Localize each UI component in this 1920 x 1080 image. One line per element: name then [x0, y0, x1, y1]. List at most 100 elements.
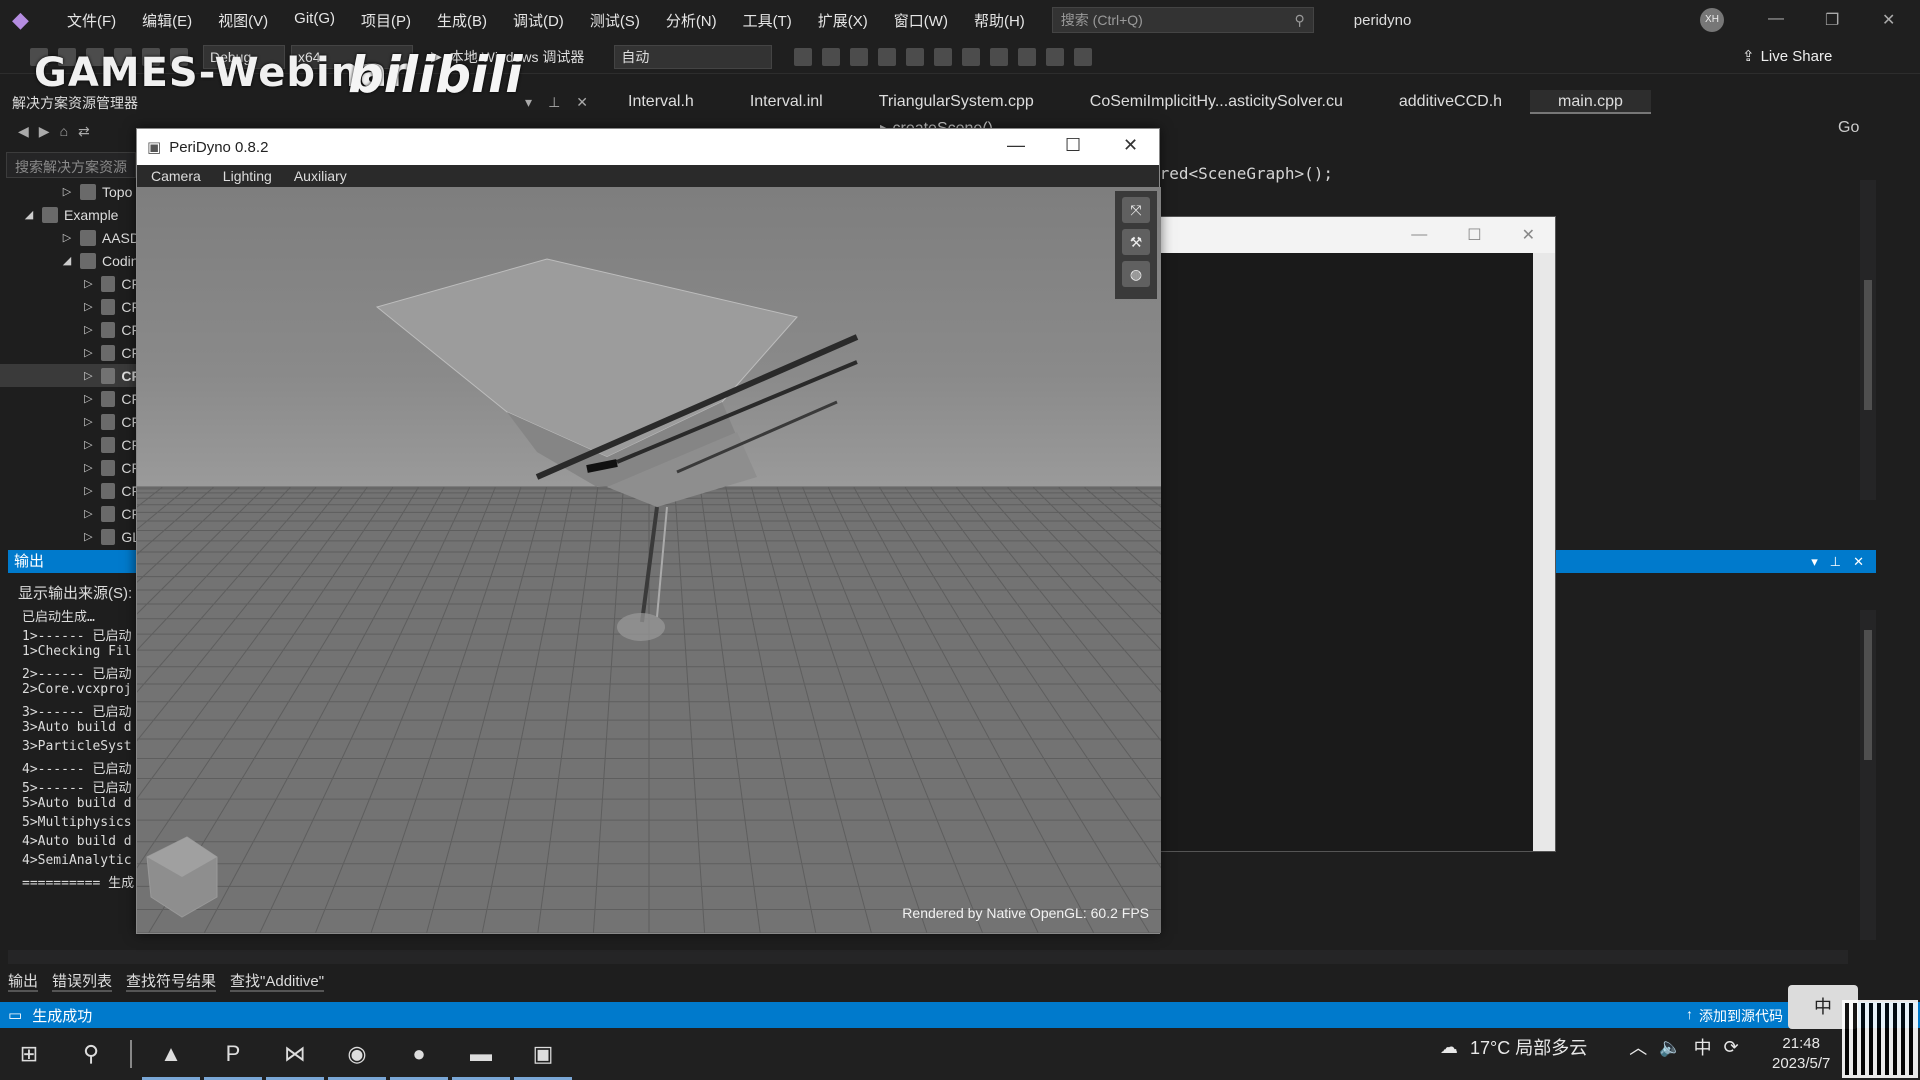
restore-icon[interactable]: ❐ [1825, 10, 1839, 30]
search-icon[interactable]: ⚲ [68, 1032, 114, 1076]
expand-arrow-icon[interactable]: ▷ [82, 369, 95, 382]
solution-search-input[interactable]: 搜索解决方案资源 [6, 152, 136, 178]
toolbar-tool-icon[interactable] [906, 47, 925, 66]
add-to-source-control-button[interactable]: ↑ 添加到源代码 [1686, 1006, 1783, 1026]
expand-arrow-icon[interactable]: ▷ [82, 415, 95, 428]
tree-item[interactable]: ▷ CF [0, 410, 140, 433]
scrollbar-thumb[interactable] [1864, 630, 1872, 760]
bookmark-icon[interactable] [934, 47, 953, 66]
visual-studio-logo-icon[interactable]: ◆ [12, 8, 40, 32]
dropdown-icon[interactable]: ▾ [1811, 550, 1818, 573]
menu-item[interactable]: 生成(B) [424, 10, 500, 31]
expand-arrow-icon[interactable]: ▷ [82, 461, 95, 474]
toolbar-tool-icon[interactable] [850, 47, 869, 66]
expand-arrow-icon[interactable]: ▷ [82, 392, 95, 405]
editor-tab[interactable]: main.cpp [1530, 90, 1651, 114]
back-icon[interactable]: ◀ [18, 123, 29, 140]
live-share-button[interactable]: ⇪ Live Share [1742, 47, 1832, 66]
menu-item[interactable]: 文件(F) [54, 10, 129, 31]
bottom-tab[interactable]: 输出 [8, 970, 39, 992]
peridyno-menu-item[interactable]: Camera [151, 168, 201, 184]
expand-arrow-icon[interactable]: ▷ [82, 530, 95, 543]
weather-label[interactable]: 17°C 局部多云 [1470, 1034, 1587, 1060]
tree-item[interactable]: ▷ CF [0, 272, 140, 295]
menu-item[interactable]: 分析(N) [653, 10, 730, 31]
clock[interactable]: 21:48 2023/5/7 [1772, 1034, 1830, 1074]
expand-arrow-icon[interactable]: ▷ [60, 185, 74, 198]
tree-item[interactable]: ◢ Codin [0, 249, 140, 272]
app-a-icon[interactable]: ▲ [142, 1032, 200, 1080]
tree-item[interactable]: ▷ CF [0, 341, 140, 364]
go-button[interactable]: Go [1838, 119, 1859, 137]
expand-arrow-icon[interactable]: ▷ [82, 300, 95, 313]
run-icon[interactable] [1074, 47, 1093, 66]
sync-icon[interactable]: ⟳ [1724, 1037, 1739, 1058]
minimize-icon[interactable]: — [1007, 135, 1025, 156]
menu-item[interactable]: 项目(P) [348, 10, 424, 31]
toolbar-tool-icon[interactable] [1018, 47, 1037, 66]
tree-item[interactable]: ▷ AASD [0, 226, 140, 249]
close-icon[interactable]: ✕ [576, 94, 588, 111]
peridyno-menu-item[interactable]: Auxiliary [294, 168, 347, 184]
maximize-icon[interactable]: ☐ [1065, 135, 1081, 156]
expand-arrow-icon[interactable]: ▷ [82, 346, 95, 359]
pin-icon[interactable]: ⊥ [1830, 550, 1841, 573]
ime-icon[interactable]: 中 [1694, 1034, 1712, 1060]
editor-scrollbar[interactable] [1860, 180, 1876, 500]
dropdown-icon[interactable]: ▾ [525, 94, 532, 111]
close-icon[interactable]: ✕ [1522, 225, 1535, 245]
tool-icon[interactable]: ⚒ [1122, 229, 1150, 255]
tree-item[interactable]: ▷ CF [0, 295, 140, 318]
code-line[interactable]: ared<SceneGraph>(); [1150, 164, 1333, 183]
tree-item[interactable]: ▷ CF [0, 479, 140, 502]
terminal-icon[interactable]: ▬ [452, 1032, 510, 1080]
toolbar-tool-icon[interactable] [878, 47, 897, 66]
chrome-icon[interactable]: ◉ [328, 1032, 386, 1080]
visual-studio-icon[interactable]: ⋈ [266, 1032, 324, 1080]
expand-arrow-icon[interactable]: ◢ [60, 254, 74, 267]
expand-arrow-icon[interactable]: ▷ [82, 277, 95, 290]
toolbar-tool-icon[interactable] [822, 47, 841, 66]
editor-tab[interactable]: TriangularSystem.cpp [851, 90, 1062, 114]
expand-arrow-icon[interactable]: ▷ [82, 484, 95, 497]
pin-icon[interactable]: ⊥ [548, 94, 560, 111]
tree-item[interactable]: ▷ CF [0, 364, 140, 387]
tree-item[interactable]: ▷ CF [0, 502, 140, 525]
bottom-tab[interactable]: 查找符号结果 [126, 970, 217, 992]
peridyno-menu-item[interactable]: Lighting [223, 168, 272, 184]
maximize-icon[interactable]: ☐ [1467, 225, 1481, 245]
close-icon[interactable]: ✕ [1882, 10, 1895, 30]
tree-item[interactable]: ▷ CF [0, 387, 140, 410]
tree-item[interactable]: ▷ CF [0, 433, 140, 456]
close-icon[interactable]: ✕ [1853, 550, 1864, 573]
expand-arrow-icon[interactable]: ◢ [22, 208, 36, 221]
tree-item[interactable]: ▷ GL [0, 525, 140, 548]
tree-item[interactable]: ▷ CF [0, 318, 140, 341]
menu-item[interactable]: 测试(S) [577, 10, 653, 31]
home-icon[interactable]: ⌂ [60, 123, 68, 139]
scrollbar-thumb[interactable] [1864, 280, 1872, 410]
menu-item[interactable]: 窗口(W) [881, 10, 961, 31]
auto-dropdown[interactable]: 自动 [614, 44, 773, 69]
menu-item[interactable]: 调试(D) [500, 10, 577, 31]
bottom-tab[interactable]: 错误列表 [52, 970, 113, 992]
horizontal-scrollbar[interactable] [8, 950, 1848, 964]
menu-item[interactable]: 帮助(H) [961, 10, 1038, 31]
chevron-up-icon[interactable]: ︿ [1629, 1034, 1647, 1060]
tree-item[interactable]: ◢ Example [0, 203, 140, 226]
forward-icon[interactable]: ▶ [39, 123, 50, 140]
menu-item[interactable]: 工具(T) [730, 10, 805, 31]
expand-arrow-icon[interactable]: ▷ [82, 438, 95, 451]
expand-arrow-icon[interactable]: ▷ [82, 323, 95, 336]
menu-item[interactable]: 视图(V) [205, 10, 281, 31]
menu-item[interactable]: 编辑(E) [129, 10, 205, 31]
editor-tab[interactable]: additiveCCD.h [1371, 90, 1530, 114]
powerpoint-icon[interactable]: P [204, 1032, 262, 1080]
menu-item[interactable]: 扩展(X) [805, 10, 881, 31]
output-scrollbar[interactable] [1860, 610, 1876, 940]
github-icon[interactable]: ● [390, 1032, 448, 1080]
editor-tab[interactable]: Interval.inl [722, 90, 851, 114]
volume-icon[interactable]: 🔈 [1659, 1037, 1681, 1058]
toolbar-tool-icon[interactable] [990, 47, 1009, 66]
tree-item[interactable]: ▷ Topo [0, 180, 140, 203]
